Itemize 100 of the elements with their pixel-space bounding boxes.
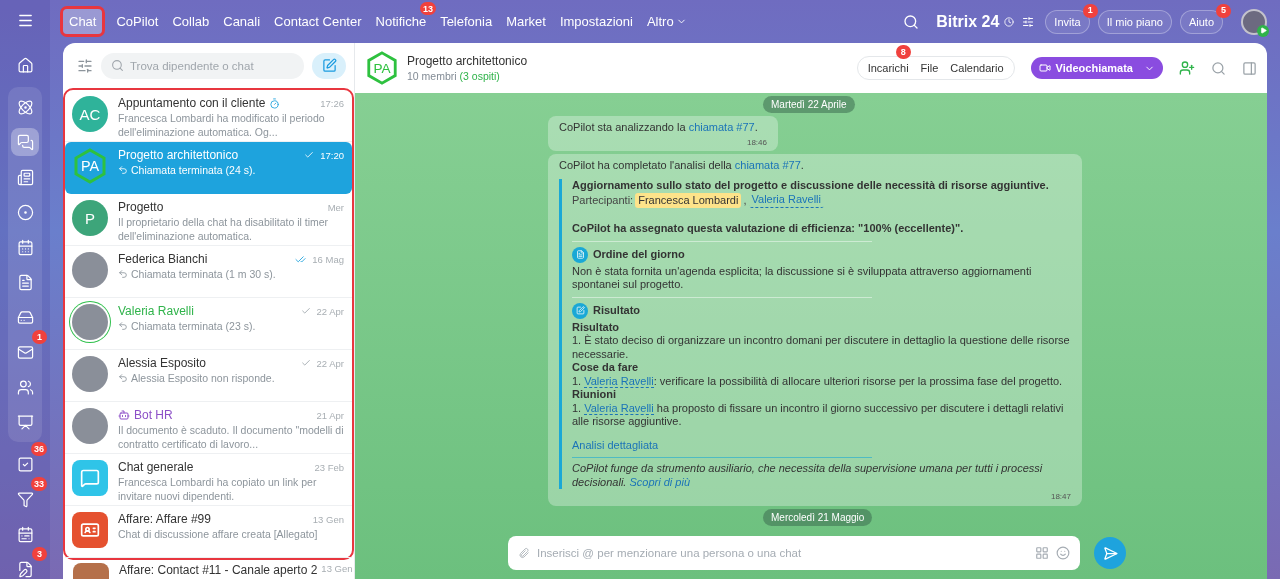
mention-link[interactable]: Valeria Ravelli (584, 374, 654, 388)
target-icon (16, 203, 34, 221)
message-text: CoPilot sta analizzando la chiamata #77. (559, 121, 759, 135)
chat-list-item[interactable]: Alessia Esposito 22 Apr Alessia Esposito non risponde. (65, 350, 352, 402)
subsection-heading: Riunioni (572, 388, 617, 402)
chat-list-item[interactable]: Federica Bianchi 16 Mag Chiamata terminata (1 m 30 s). (65, 246, 352, 298)
chat-preview: Il documento è scaduto. Il documento "modelli di contratto certificato di lavoro... (118, 423, 344, 451)
chat-time: 17:26 (320, 97, 344, 109)
participant-mention[interactable]: Valeria Ravelli (748, 192, 824, 208)
initials-avatar: P (72, 200, 108, 236)
chat-list-item[interactable]: Affare: Contact #11 - Canale aperto 2 13 Gen (63, 560, 354, 579)
participant-mention[interactable]: Francesca Lombardi (635, 192, 742, 208)
hexagon-avatar: PA (365, 51, 399, 85)
subsection-heading: Risultato (572, 320, 621, 334)
video-call-button[interactable]: Videochiamata (1030, 57, 1163, 79)
chat-list-item[interactable]: Affare: Affare #99 13 Gen Chat di discussione affare creata [Allegato] (65, 506, 352, 558)
count-badge: 1 (32, 330, 47, 344)
search-icon[interactable] (903, 13, 920, 30)
count-badge: 36 (31, 442, 47, 456)
nav-tab[interactable]: Contact Center (268, 9, 368, 34)
chat-time: 13 Gen (321, 563, 353, 574)
panel-link[interactable]: Calendario (944, 62, 1010, 74)
link[interactable]: Scopri di più (629, 475, 691, 488)
chat-title: Valeria Ravelli (118, 304, 194, 318)
brand-logo: Bitrix 24 (936, 12, 1000, 31)
panel-link[interactable]: Incarichi (861, 62, 915, 74)
nav-tab[interactable]: Canali (217, 9, 267, 34)
chat-time: 13 Gen (312, 513, 344, 525)
rail-button[interactable] (11, 128, 39, 156)
emoji-icon[interactable] (1056, 546, 1070, 560)
calendar-list-icon (16, 525, 34, 543)
atom-icon (16, 98, 34, 116)
count-badge: 1 (1082, 3, 1098, 18)
nav-tab[interactable]: Impostazioni (553, 9, 639, 34)
section-heading: Ordine del giorno (593, 247, 685, 262)
chat-list-item[interactable]: Chat generale 23 Feb Francesca Lombardi ha copiato un link per invitare nuovi dipendenti. (65, 454, 352, 506)
disclaimer-text: CoPilot funge da strumento ausiliario, che necessita della supervisione umana per tutti i processi decisionali. Scopri di più (572, 462, 1044, 489)
apps-icon[interactable] (1035, 546, 1049, 560)
compose-icon (321, 58, 337, 73)
photo-placeholder (72, 408, 108, 444)
chat-list-item[interactable]: Bot HR 21 Apr Il documento è scaduto. Il documento "modelli di contratto certificato di lavoro... (65, 402, 352, 454)
search-icon[interactable] (1211, 60, 1226, 76)
link[interactable]: chiamata #77 (688, 121, 755, 133)
chat-title: Affare: Contact #11 - Canale aperto 2 (119, 563, 318, 577)
report-text: 1. È stato deciso di organizzare un incontro domani per discutere in dettaglio la questione delle risorse necessarie. (572, 334, 1071, 361)
edit-icon (572, 302, 588, 319)
add-user-icon[interactable] (1179, 60, 1195, 76)
newspaper-icon (16, 168, 34, 186)
nav-tab[interactable]: Telefonia (434, 9, 499, 34)
chat-title: Progetto (118, 200, 164, 214)
people-icon (16, 378, 34, 396)
sliders-icon[interactable] (1022, 15, 1035, 28)
nav-tab[interactable]: CoPilot (110, 9, 165, 34)
paperclip-icon[interactable] (518, 547, 530, 559)
mail-icon (16, 343, 34, 361)
chat-title: Progetto architettonico (407, 54, 528, 68)
header-button[interactable]: Il mio piano (1097, 9, 1172, 34)
nav-tab[interactable]: Market (500, 9, 552, 34)
chat-time: 17:20 (320, 149, 344, 161)
calendar-icon (16, 238, 34, 256)
photo-placeholder (72, 304, 108, 340)
link[interactable]: chiamata #77 (734, 159, 801, 171)
member-count[interactable]: 10 membri (407, 70, 457, 82)
chat-time: 22 Apr (316, 305, 344, 317)
count-badge: 13 (420, 2, 437, 15)
photo-placeholder (72, 356, 108, 392)
count-badge: 33 (31, 477, 47, 491)
search-icon (111, 59, 124, 72)
message-time: 18:47 (1050, 491, 1071, 503)
message-input[interactable]: Inserisci @ per menzionare una persona o una chat (508, 536, 1080, 570)
report-text: 1. Valeria Ravelli: verificare la possibilità di allocare ulteriori risorse per la prossima fase del progetto. (572, 374, 1064, 388)
more-menu[interactable]: Altro (640, 9, 693, 34)
chat-time: 16 Mag (312, 253, 344, 265)
chat-list-item[interactable]: Valeria Ravelli 22 Apr Chiamata terminata (23 s). (65, 298, 352, 350)
side-panel-icon[interactable] (1242, 60, 1257, 76)
compose-button[interactable] (312, 52, 346, 79)
header-button[interactable]: Invita (1045, 9, 1090, 34)
guest-count[interactable]: (3 ospiti) (459, 70, 500, 82)
mention-link[interactable]: Valeria Ravelli (584, 401, 654, 415)
chat-time: 23 Feb (314, 461, 344, 473)
nav-tab[interactable]: Collab (166, 9, 216, 34)
bot-icon (118, 409, 130, 421)
chat-preview: Chiamata terminata (1 m 30 s). (131, 267, 276, 281)
panel-link[interactable]: File (914, 62, 945, 74)
checkbox-icon (16, 455, 34, 473)
chat-preview: Chiamata terminata (24 s). (131, 163, 256, 177)
nav-tab[interactable]: Chat (63, 9, 103, 34)
user-avatar[interactable] (1241, 8, 1267, 35)
chat-preview: Chat di discussione affare creata [Allegato] (118, 527, 318, 541)
send-button[interactable] (1094, 537, 1126, 569)
count-badge: 3 (32, 547, 47, 561)
details-link[interactable]: Analisi dettagliata (572, 438, 659, 452)
chat-title: Federica Bianchi (118, 252, 208, 266)
chat-title: Chat generale (118, 460, 194, 474)
chat-list-item[interactable]: PA Progetto architettonico 17:20 Chiamata terminata (24 s). (65, 142, 352, 194)
chat-list-item[interactable]: P Progetto Mer Il proprietario della chat ha disabilitato il timer dell'eliminazione automatica. (65, 194, 352, 246)
search-field[interactable]: Trova dipendente o chat (101, 52, 304, 79)
participants-label: Partecipanti: (572, 192, 634, 208)
home-icon (16, 56, 34, 74)
filter-icon[interactable] (77, 57, 93, 74)
